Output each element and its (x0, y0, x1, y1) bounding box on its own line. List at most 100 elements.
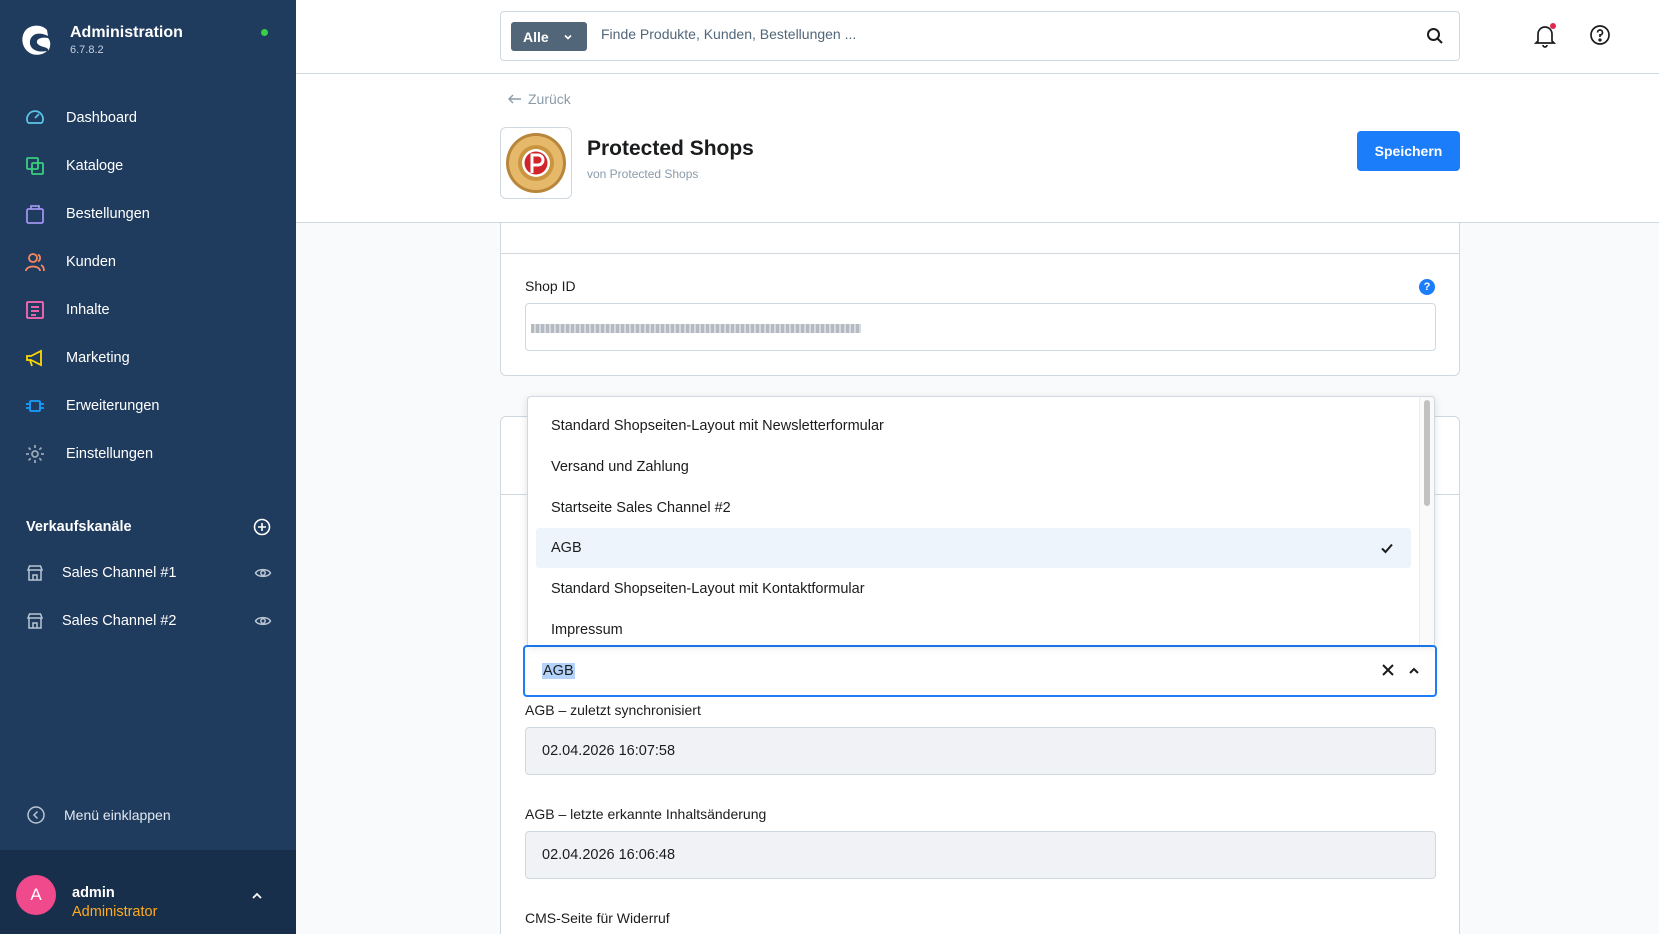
option-label: Impressum (551, 622, 623, 638)
catalog-icon (24, 155, 46, 177)
changed-field: 02.04.2026 16:06:48 (525, 831, 1436, 879)
save-button[interactable]: Speichern (1357, 131, 1460, 171)
nav-label: Dashboard (66, 110, 137, 126)
dropdown-option[interactable]: Versand und Zahlung (536, 447, 1411, 487)
nav-label: Bestellungen (66, 206, 150, 222)
search-icon[interactable] (1425, 26, 1445, 46)
nav-label: Kataloge (66, 158, 124, 174)
cms-page-dropdown: Standard Shopseiten-Layout mit Newslette… (527, 396, 1435, 645)
top-bar: Alle (296, 0, 1659, 74)
search-input[interactable] (601, 26, 1381, 42)
nav-label: Erweiterungen (66, 398, 160, 414)
storefront-icon (24, 610, 46, 632)
eye-icon[interactable] (254, 612, 272, 630)
user-name: admin (72, 885, 115, 901)
user-menu[interactable]: A admin Administrator (0, 850, 296, 934)
option-label: Versand und Zahlung (551, 459, 689, 475)
synced-field: 02.04.2026 16:07:58 (525, 727, 1436, 775)
changed-label: AGB – letzte erkannte Inhaltsänderung (525, 806, 767, 822)
sales-channel-item-1[interactable]: Sales Channel #1 (24, 553, 272, 593)
sales-channel-item-2[interactable]: Sales Channel #2 (24, 601, 272, 641)
help-icon[interactable] (1589, 24, 1611, 46)
storefront-icon (24, 562, 46, 584)
add-sales-channel-icon[interactable] (253, 518, 271, 536)
brand-version: 6.7.8.2 (70, 44, 104, 56)
collapse-label: Menü einklappen (64, 807, 171, 823)
option-label: Startseite Sales Channel #2 (551, 500, 731, 516)
nav-item-catalog[interactable]: Kataloge (0, 142, 296, 190)
search-type-select[interactable]: Alle (511, 22, 587, 51)
nav-label: Marketing (66, 350, 130, 366)
shop-id-label: Shop ID (525, 278, 576, 294)
chevron-down-icon (564, 34, 572, 40)
nav-item-dashboard[interactable]: Dashboard (0, 94, 296, 142)
plugin-logo (500, 127, 572, 199)
sales-channels-heading: Verkaufskanäle (26, 518, 271, 536)
nav-item-customers[interactable]: Kunden (0, 238, 296, 286)
nav-item-settings[interactable]: Einstellungen (0, 430, 296, 478)
brand[interactable]: Administration 6.7.8.2 (18, 22, 183, 58)
dropdown-option[interactable]: Standard Shopseiten-Layout mit Newslette… (536, 406, 1411, 446)
option-label: Standard Shopseiten-Layout mit Kontaktfo… (551, 581, 865, 597)
nav-label: Inhalte (66, 302, 110, 318)
chevron-up-icon[interactable] (250, 889, 264, 903)
user-role: Administrator (72, 904, 158, 920)
protected-shops-seal-icon (506, 133, 566, 193)
checkmark-icon (1381, 543, 1393, 554)
content-icon (24, 299, 46, 321)
dropdown-option[interactable]: Standard Shopseiten-Layout mit Kontaktfo… (536, 569, 1411, 609)
global-search: Alle (500, 11, 1460, 61)
search-type-label: Alle (523, 28, 549, 45)
masked-value (531, 324, 861, 333)
nav-item-marketing[interactable]: Marketing (0, 334, 296, 382)
main-nav: Dashboard Kataloge Bestellungen Kunden I… (0, 94, 296, 478)
shop-id-input[interactable] (525, 303, 1436, 351)
eye-icon[interactable] (254, 564, 272, 582)
withdrawal-label: CMS-Seite für Widerruf (525, 910, 670, 926)
chevron-up-icon[interactable] (1407, 664, 1421, 678)
nav-item-extensions[interactable]: Erweiterungen (0, 382, 296, 430)
nav-label: Kunden (66, 254, 116, 270)
dashboard-icon (24, 107, 46, 129)
dropdown-option-selected[interactable]: AGB (536, 528, 1411, 568)
brand-title: Administration (70, 24, 183, 41)
help-circle-icon[interactable]: ? (1419, 279, 1435, 295)
notification-dot (1550, 23, 1556, 29)
shopware-logo-icon (22, 25, 51, 55)
sales-channel-label: Sales Channel #2 (62, 613, 177, 629)
plugin-author: von Protected Shops (587, 167, 699, 181)
option-label: AGB (551, 540, 582, 556)
nav-label: Einstellungen (66, 446, 154, 462)
changed-value: 02.04.2026 16:06:48 (542, 847, 676, 863)
sales-channel-label: Sales Channel #1 (62, 565, 177, 581)
card-divider (501, 253, 1459, 254)
nav-item-orders[interactable]: Bestellungen (0, 190, 296, 238)
scrollbar-thumb[interactable] (1424, 400, 1430, 506)
dropdown-option[interactable]: Startseite Sales Channel #2 (536, 488, 1411, 528)
page-header: Zurück Protected Shops von Protected Sho… (296, 74, 1659, 223)
plugin-title: Protected Shops (587, 137, 754, 160)
online-status-dot (261, 29, 268, 36)
synced-value: 02.04.2026 16:07:58 (542, 743, 676, 759)
customers-icon (24, 251, 46, 273)
settings-icon (24, 443, 46, 465)
orders-icon (24, 203, 46, 225)
dropdown-option[interactable]: Impressum (536, 610, 1411, 645)
arrow-left-icon (508, 91, 522, 107)
back-label: Zurück (528, 91, 571, 107)
select-value: AGB (542, 663, 575, 679)
avatar: A (16, 875, 56, 915)
sales-channels-title: Verkaufskanäle (26, 519, 132, 535)
close-icon[interactable] (1381, 663, 1395, 677)
option-label: Standard Shopseiten-Layout mit Newslette… (551, 418, 884, 434)
back-link[interactable]: Zurück (508, 91, 571, 107)
nav-item-content[interactable]: Inhalte (0, 286, 296, 334)
extensions-icon (24, 395, 46, 417)
chevron-left-circle-icon (26, 805, 46, 825)
synced-label: AGB – zuletzt synchronisiert (525, 702, 701, 718)
sidebar: Administration 6.7.8.2 Dashboard Katalog… (0, 0, 296, 934)
dropdown-scrollbar[interactable] (1419, 397, 1434, 645)
marketing-icon (24, 347, 46, 369)
collapse-menu-button[interactable]: Menü einklappen (26, 805, 171, 825)
agb-cms-page-select[interactable]: AGB (523, 645, 1437, 697)
